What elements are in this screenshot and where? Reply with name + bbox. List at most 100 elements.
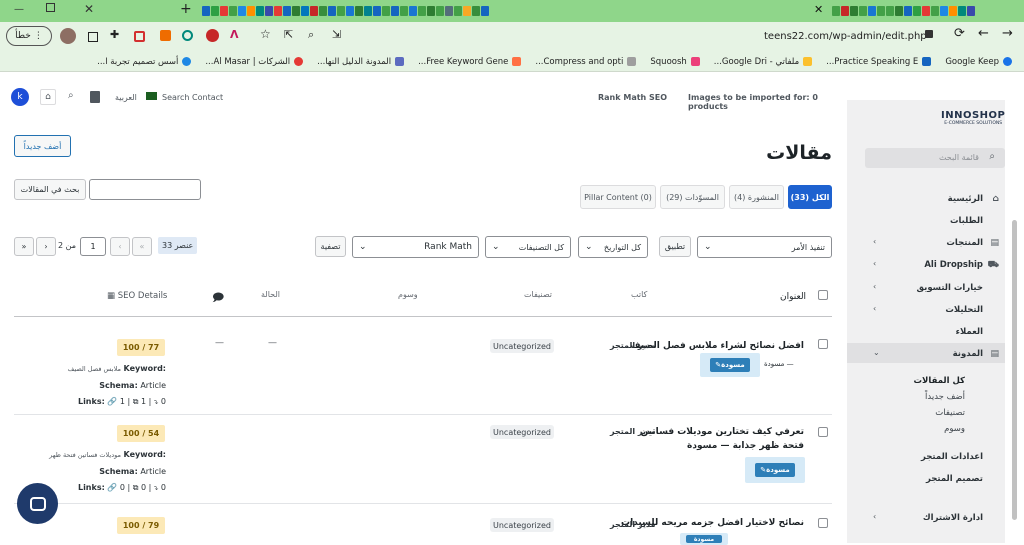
tab-favicon-icon[interactable]	[310, 6, 318, 16]
sidebar-item-store-settings[interactable]: اعدادات المتجر	[921, 452, 983, 462]
tab-favicon-icon[interactable]	[337, 6, 345, 16]
tab-favicon-icon[interactable]	[472, 6, 480, 16]
comments-column-icon[interactable]: 🗩	[212, 289, 224, 308]
tab-favicon-icon[interactable]	[859, 6, 867, 16]
bookmark-item[interactable]: الشركات | Al Masar...	[205, 57, 304, 67]
row-checkbox[interactable]	[818, 518, 828, 528]
zoom-icon[interactable]: ⌕	[308, 28, 314, 42]
rankmath-select[interactable]: ⌄ Rank Math	[352, 236, 479, 258]
categories-select[interactable]: ⌄ كل التصنيفات	[485, 236, 571, 258]
tab-favicon-icon[interactable]	[445, 6, 453, 16]
current-page-input[interactable]: 1	[80, 237, 106, 256]
tab-favicon-icon[interactable]	[940, 6, 948, 16]
sidebar-item-subscription[interactable]: ادارة الاشتراك	[923, 513, 983, 523]
share-icon[interactable]: ⇱	[284, 28, 293, 41]
tab-favicon-icon[interactable]	[904, 6, 912, 16]
lock-icon[interactable]	[925, 30, 933, 38]
tab-favicon-icon[interactable]	[931, 6, 939, 16]
tab-favicon-icon[interactable]	[913, 6, 921, 16]
sidebar-item-products[interactable]: المنتجات ▤	[946, 238, 999, 248]
scrollbar-thumb[interactable]	[1012, 220, 1017, 520]
chevron-left-icon[interactable]: ‹	[873, 237, 876, 246]
tab-favicon-icon[interactable]	[832, 6, 840, 16]
forward-icon[interactable]: ←	[978, 26, 989, 41]
extension-orange-icon[interactable]	[160, 30, 171, 41]
tab-favicon-icon[interactable]	[283, 6, 291, 16]
scrollbar[interactable]	[1005, 100, 1024, 543]
tab-favicon-icon[interactable]	[220, 6, 228, 16]
post-title-line2[interactable]: فتحة ظهر جذابة — مسودة	[687, 441, 804, 451]
reload-icon[interactable]: ⟳	[954, 26, 965, 41]
menu-search[interactable]: قائمة البحث ⌕	[865, 148, 1005, 168]
sidebar-item-store-design[interactable]: تصميم المتجر	[926, 474, 983, 484]
tab-favicon-icon[interactable]	[364, 6, 372, 16]
tab-drafts[interactable]: المسوّدات (29)	[660, 185, 725, 209]
add-new-button[interactable]: أضف جديداً	[14, 135, 71, 157]
select-all-checkbox[interactable]	[818, 290, 828, 300]
tab-favicon-icon[interactable]	[202, 6, 210, 16]
bookmark-item[interactable]: Squoosh	[650, 57, 700, 67]
prev-page-button[interactable]: ‹	[110, 237, 130, 256]
chevron-left-icon[interactable]: ‹	[873, 259, 876, 268]
tab-favicon-icon[interactable]	[436, 6, 444, 16]
home-icon[interactable]: ⌂	[40, 89, 56, 105]
sidebar-item-home[interactable]: الرئيسية ⌂	[948, 194, 999, 204]
tab-favicon-icon[interactable]	[256, 6, 264, 16]
tab-favicon-icon[interactable]	[895, 6, 903, 16]
tab-favicon-icon[interactable]	[292, 6, 300, 16]
chevron-left-icon[interactable]: ‹	[873, 512, 876, 521]
category-link[interactable]: Uncategorized	[490, 425, 554, 439]
apply-button[interactable]: تطبيق	[659, 236, 691, 257]
tab-favicon-icon[interactable]	[274, 6, 282, 16]
tab-close-icon[interactable]: ✕	[814, 3, 823, 16]
window-restore-icon[interactable]	[46, 3, 55, 12]
tab-favicon-icon[interactable]	[229, 6, 237, 16]
category-link[interactable]: Uncategorized	[490, 339, 554, 353]
tab-favicon-icon[interactable]	[391, 6, 399, 16]
submenu-tags[interactable]: وسوم	[944, 424, 965, 434]
tab-favicon-icon[interactable]	[238, 6, 246, 16]
tab-favicon-icon[interactable]	[841, 6, 849, 16]
tab-favicon-icon[interactable]	[922, 6, 930, 16]
draft-status-button[interactable]: ✎ مسودة	[710, 358, 750, 372]
back-pill[interactable]: خطأ ⋮	[6, 26, 52, 46]
bookmark-item[interactable]: المدونة الدليل النها...	[317, 57, 405, 67]
tab-favicon-icon[interactable]	[319, 6, 327, 16]
tab-favicon-icon[interactable]	[265, 6, 273, 16]
bookmark-item[interactable]: Compress and opti...	[535, 57, 637, 67]
sidebar-item-orders[interactable]: الطلبات	[950, 216, 983, 226]
tab-favicon-icon[interactable]	[409, 6, 417, 16]
install-icon[interactable]: ⇲	[332, 28, 341, 41]
draft-status-button[interactable]: ✎ مسودة	[755, 463, 795, 477]
tab-favicon-icon[interactable]	[400, 6, 408, 16]
extension-red-icon[interactable]	[134, 31, 145, 42]
chat-help-button[interactable]	[17, 483, 58, 524]
tab-favicon-icon[interactable]	[958, 6, 966, 16]
bookmark-item[interactable]: Free Keyword Gene...	[418, 57, 522, 67]
submenu-all-posts[interactable]: كل المقالات	[914, 376, 965, 386]
bulk-action-select[interactable]: ⌄ تنفيذ الأمر	[697, 236, 832, 258]
window-close-icon[interactable]: ✕	[84, 2, 94, 16]
sidebar-item-analytics[interactable]: التحليلات	[945, 305, 983, 315]
url-text[interactable]: teens22.com/wp-admin/edit.php	[764, 31, 927, 42]
language-switch[interactable]: العربية	[115, 93, 137, 102]
search-contact-link[interactable]: Search Contact	[162, 93, 223, 102]
dates-select[interactable]: ⌄ كل التواريخ	[578, 236, 648, 258]
tab-pillar[interactable]: Pillar Content (0)	[580, 185, 656, 209]
tab-favicon-icon[interactable]	[463, 6, 471, 16]
tab-favicon-icon[interactable]	[355, 6, 363, 16]
tab-favicon-icon[interactable]	[967, 6, 975, 16]
sidebar-item-ali-dropship[interactable]: Ali Dropship ⛟	[924, 260, 999, 270]
sidebar-toggle-icon[interactable]	[88, 32, 98, 42]
extension-sync-icon[interactable]	[182, 30, 193, 41]
window-minimize-icon[interactable]: —	[14, 4, 24, 15]
bookmark-item[interactable]: Practice Speaking E...	[826, 57, 932, 67]
author-link[interactable]: مدير المتجر	[610, 520, 655, 529]
tab-favicon-icon[interactable]	[454, 6, 462, 16]
tab-favicon-icon[interactable]	[949, 6, 957, 16]
tab-favicon-icon[interactable]	[418, 6, 426, 16]
tab-all[interactable]: الكل (33)	[788, 185, 832, 209]
bookmark-item[interactable]: Google Keep	[945, 57, 1012, 67]
images-notice[interactable]: Images to be imported for: 0 products	[688, 93, 845, 111]
tab-favicon-icon[interactable]	[373, 6, 381, 16]
